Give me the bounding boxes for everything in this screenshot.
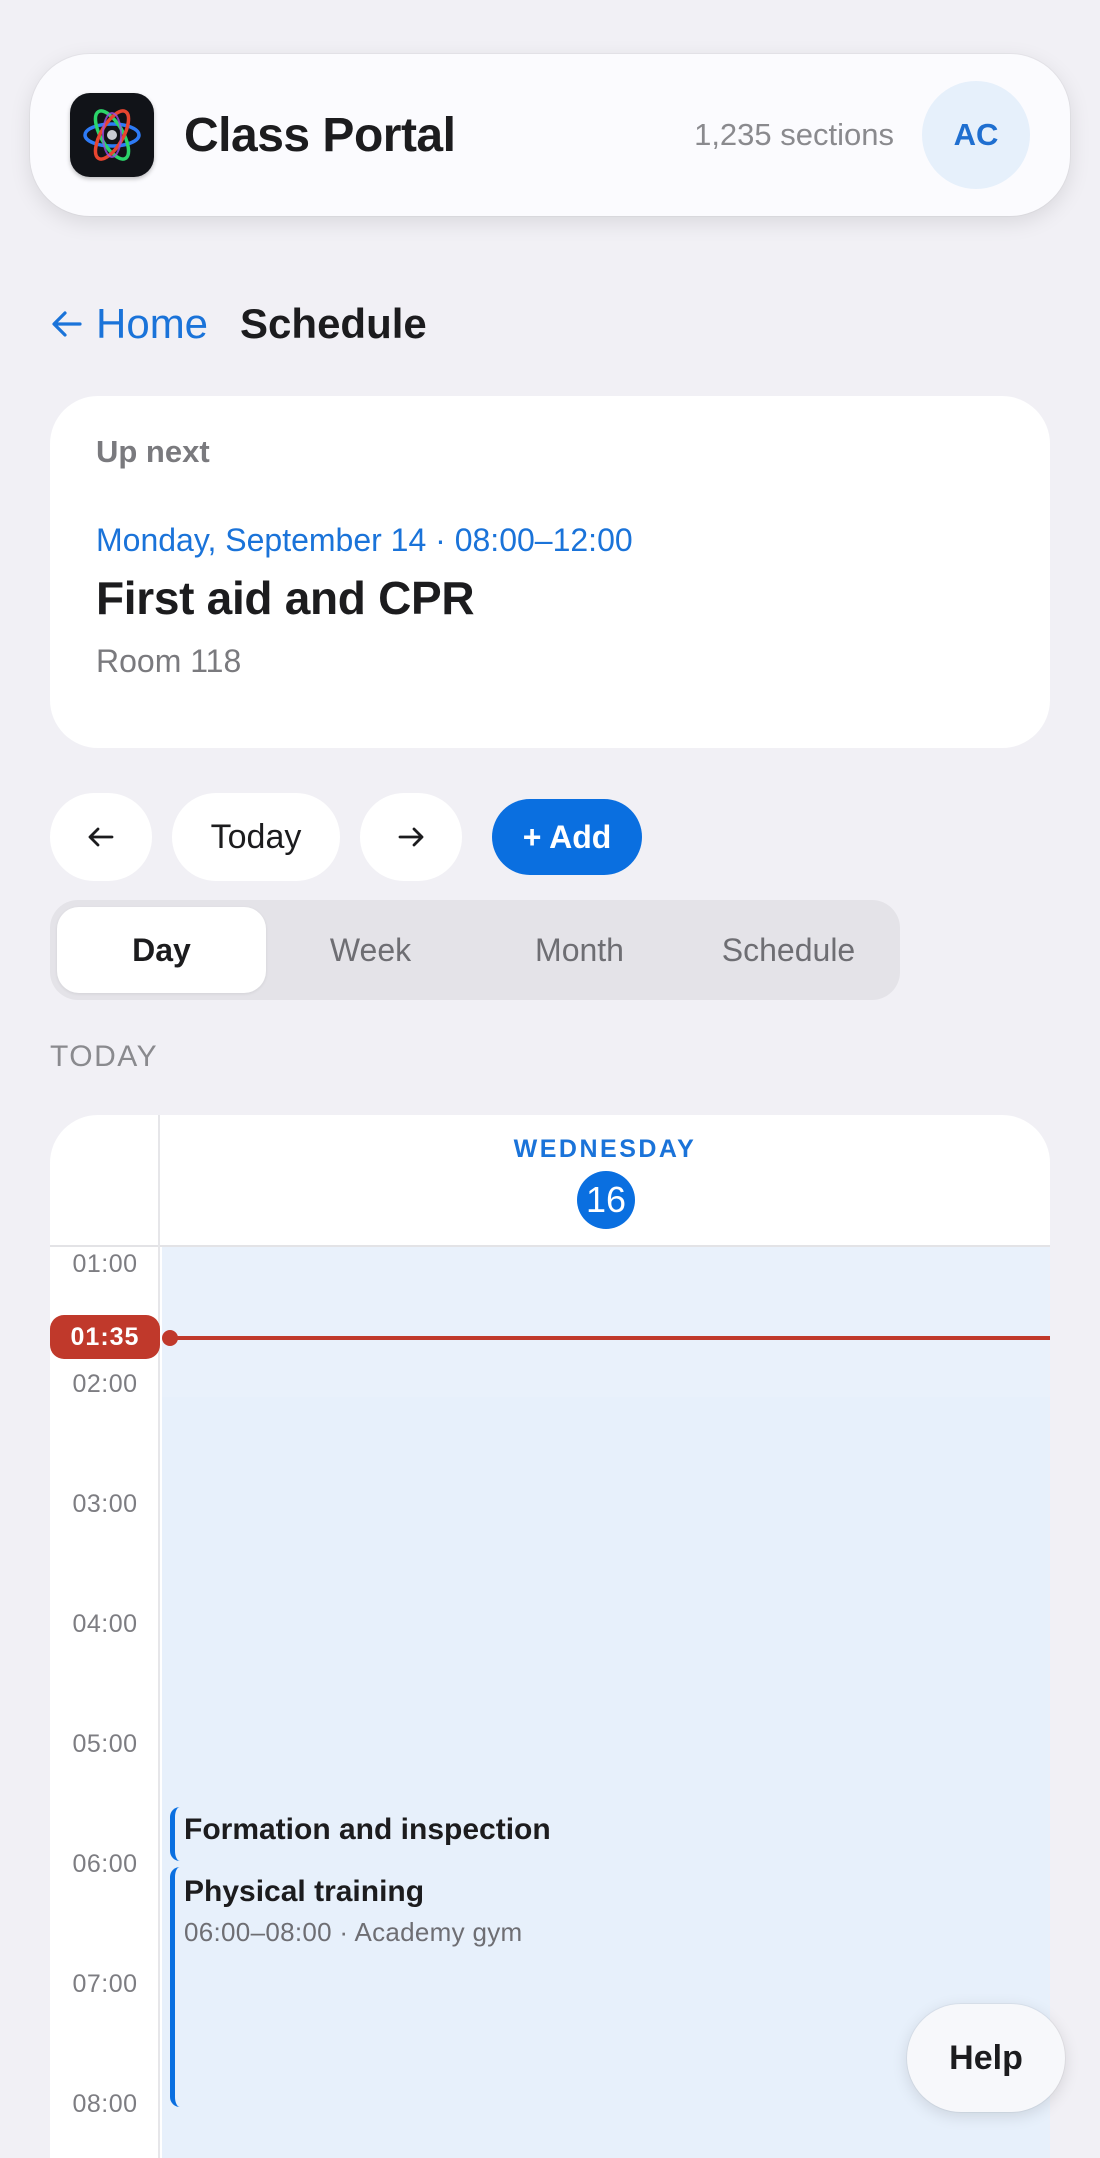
hour-label: 05:00 bbox=[72, 1730, 138, 1758]
event-title: Formation and inspection bbox=[184, 1813, 551, 1846]
today-button[interactable]: Today bbox=[172, 793, 340, 881]
current-time-dot bbox=[162, 1330, 178, 1346]
up-next-location: Room 118 bbox=[96, 643, 242, 679]
section-label: TODAY bbox=[50, 1040, 159, 1073]
up-next-title: First aid and CPR bbox=[96, 572, 475, 624]
day-number[interactable]: 16 bbox=[577, 1171, 635, 1229]
time-gutter-header bbox=[50, 1115, 160, 1247]
up-next-label: Up next bbox=[96, 434, 210, 469]
current-time-badge: 01:35 bbox=[50, 1315, 160, 1359]
page-title: Schedule bbox=[240, 300, 427, 347]
event-title: Physical training bbox=[184, 1875, 425, 1908]
app-header: Class Portal 1,235 sections AC bbox=[30, 54, 1070, 216]
next-button[interactable] bbox=[360, 793, 462, 881]
app-title: Class Portal bbox=[184, 108, 456, 162]
event-accent-bar bbox=[170, 1867, 180, 2107]
event-meta: 06:00–08:00 · Academy gym bbox=[184, 1917, 523, 1947]
avatar[interactable]: AC bbox=[922, 81, 1030, 189]
home-link-label: Home bbox=[96, 300, 209, 347]
section-count: 1,235 sections bbox=[694, 117, 894, 152]
up-next-datetime: Monday, September 14 · 08:00–12:00 bbox=[96, 522, 633, 558]
tab-day[interactable]: Day bbox=[57, 907, 266, 993]
add-button[interactable]: + Add bbox=[492, 799, 642, 875]
hour-label: 04:00 bbox=[72, 1610, 138, 1638]
hour-label: 03:00 bbox=[72, 1490, 138, 1518]
arrow-left-icon bbox=[88, 827, 114, 847]
day-calendar: WEDNESDAY 16 01:00 02:00 03:00 04:00 05:… bbox=[50, 1115, 1050, 2158]
event-formation[interactable]: Formation and inspection bbox=[162, 1807, 1050, 1861]
current-time-line bbox=[170, 1336, 1050, 1340]
help-button[interactable]: Help bbox=[907, 2004, 1065, 2112]
tab-month[interactable]: Month bbox=[475, 907, 684, 993]
arrow-left-icon bbox=[52, 311, 82, 337]
event-accent-bar bbox=[170, 1807, 180, 1861]
tab-schedule[interactable]: Schedule bbox=[684, 907, 893, 993]
up-next-card[interactable]: Up next Monday, September 14 · 08:00–12:… bbox=[50, 396, 1050, 748]
calendar-header: WEDNESDAY 16 bbox=[50, 1115, 1050, 1247]
hour-label: 07:00 bbox=[72, 1970, 138, 1998]
day-column-shade bbox=[162, 1247, 1050, 1397]
time-gutter: 01:00 02:00 03:00 04:00 05:00 06:00 07:0… bbox=[50, 1247, 160, 2158]
tab-week[interactable]: Week bbox=[266, 907, 475, 993]
hour-label: 02:00 bbox=[72, 1370, 138, 1398]
view-switcher: Day Week Month Schedule bbox=[50, 900, 900, 1000]
calendar-toolbar: Today + Add bbox=[50, 793, 1050, 881]
hour-label: 01:00 bbox=[72, 1250, 138, 1278]
home-link[interactable]: Home bbox=[50, 300, 208, 348]
hour-label: 08:00 bbox=[72, 2090, 138, 2118]
day-name: WEDNESDAY bbox=[513, 1135, 697, 1163]
breadcrumb: Home Schedule bbox=[50, 296, 427, 352]
atom-icon[interactable] bbox=[70, 93, 154, 177]
previous-button[interactable] bbox=[50, 793, 152, 881]
hour-label: 06:00 bbox=[72, 1850, 138, 1878]
arrow-right-icon bbox=[398, 827, 424, 847]
calendar-body: 01:00 02:00 03:00 04:00 05:00 06:00 07:0… bbox=[50, 1247, 1050, 2158]
